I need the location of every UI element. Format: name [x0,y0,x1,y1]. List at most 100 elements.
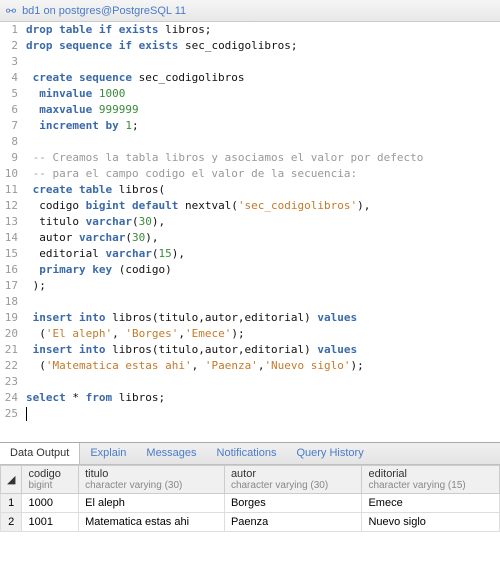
code-content[interactable]: ); [26,278,500,294]
cell[interactable]: 1000 [22,494,79,513]
line-number: 2 [0,38,26,54]
code-content[interactable]: increment by 1; [26,118,500,134]
line-number: 20 [0,326,26,342]
line-number: 5 [0,86,26,102]
tab-explain[interactable]: Explain [80,443,136,464]
code-line[interactable]: 3 [0,54,500,70]
code-content[interactable] [26,406,500,422]
code-content[interactable] [26,374,500,390]
code-line[interactable]: 22 ('Matematica estas ahi', 'Paenza','Nu… [0,358,500,374]
code-line[interactable]: 8 [0,134,500,150]
column-header-codigo[interactable]: codigobigint [22,466,79,494]
code-line[interactable]: 19 insert into libros(titulo,autor,edito… [0,310,500,326]
line-number: 25 [0,406,26,422]
code-content[interactable] [26,54,500,70]
table-row[interactable]: 21001Matematica estas ahiPaenzaNuevo sig… [1,513,500,532]
line-number: 18 [0,294,26,310]
code-content[interactable]: -- Creamos la tabla libros y asociamos e… [26,150,500,166]
cell[interactable]: Paenza [224,513,362,532]
line-number: 21 [0,342,26,358]
title-bar: ⚯ bd1 on postgres@PostgreSQL 11 [0,0,500,22]
line-number: 16 [0,262,26,278]
code-content[interactable]: primary key (codigo) [26,262,500,278]
code-content[interactable]: ('Matematica estas ahi', 'Paenza','Nuevo… [26,358,500,374]
code-content[interactable] [26,294,500,310]
code-content[interactable]: select * from libros; [26,390,500,406]
line-number: 24 [0,390,26,406]
code-line[interactable]: 14 autor varchar(30), [0,230,500,246]
line-number: 4 [0,70,26,86]
line-number: 1 [0,22,26,38]
code-content[interactable]: -- para el campo codigo el valor de la s… [26,166,500,182]
column-header-autor[interactable]: autorcharacter varying (30) [224,466,362,494]
line-number: 10 [0,166,26,182]
code-line[interactable]: 7 increment by 1; [0,118,500,134]
code-line[interactable]: 9 -- Creamos la tabla libros y asociamos… [0,150,500,166]
code-content[interactable]: create table libros( [26,182,500,198]
tab-notifications[interactable]: Notifications [207,443,287,464]
code-line[interactable]: 11 create table libros( [0,182,500,198]
line-number: 23 [0,374,26,390]
code-content[interactable]: ('El aleph', 'Borges','Emece'); [26,326,500,342]
line-number: 13 [0,214,26,230]
line-number: 3 [0,54,26,70]
code-content[interactable]: insert into libros(titulo,autor,editoria… [26,342,500,358]
code-line[interactable]: 18 [0,294,500,310]
tab-messages[interactable]: Messages [136,443,206,464]
grid-corner[interactable]: ◢ [1,466,22,494]
column-header-titulo[interactable]: titulocharacter varying (30) [79,466,225,494]
code-line[interactable]: 25 [0,406,500,422]
row-header[interactable]: 2 [1,513,22,532]
code-content[interactable]: editorial varchar(15), [26,246,500,262]
line-number: 11 [0,182,26,198]
code-content[interactable]: drop table if exists libros; [26,22,500,38]
line-number: 7 [0,118,26,134]
line-number: 22 [0,358,26,374]
code-line[interactable]: 20 ('El aleph', 'Borges','Emece'); [0,326,500,342]
code-line[interactable]: 21 insert into libros(titulo,autor,edito… [0,342,500,358]
cell[interactable]: Emece [362,494,500,513]
cell[interactable]: El aleph [79,494,225,513]
line-number: 14 [0,230,26,246]
tab-query-history[interactable]: Query History [286,443,373,464]
column-header-editorial[interactable]: editorialcharacter varying (15) [362,466,500,494]
cell[interactable]: Matematica estas ahi [79,513,225,532]
code-line[interactable]: 5 minvalue 1000 [0,86,500,102]
line-number: 6 [0,102,26,118]
code-content[interactable] [26,134,500,150]
row-header[interactable]: 1 [1,494,22,513]
code-content[interactable]: titulo varchar(30), [26,214,500,230]
code-line[interactable]: 23 [0,374,500,390]
code-content[interactable]: minvalue 1000 [26,86,500,102]
code-line[interactable]: 4 create sequence sec_codigolibros [0,70,500,86]
cell[interactable]: Nuevo siglo [362,513,500,532]
code-line[interactable]: 12 codigo bigint default nextval('sec_co… [0,198,500,214]
code-line[interactable]: 24select * from libros; [0,390,500,406]
results-tabs: Data OutputExplainMessagesNotificationsQ… [0,443,500,465]
table-row[interactable]: 11000El alephBorgesEmece [1,494,500,513]
tab-data-output[interactable]: Data Output [0,443,80,464]
code-line[interactable]: 2drop sequence if exists sec_codigolibro… [0,38,500,54]
code-content[interactable]: create sequence sec_codigolibros [26,70,500,86]
code-line[interactable]: 15 editorial varchar(15), [0,246,500,262]
line-number: 12 [0,198,26,214]
title-text: bd1 on postgres@PostgreSQL 11 [22,5,186,17]
code-line[interactable]: 6 maxvalue 999999 [0,102,500,118]
code-line[interactable]: 16 primary key (codigo) [0,262,500,278]
code-content[interactable]: drop sequence if exists sec_codigolibros… [26,38,500,54]
code-content[interactable]: insert into libros(titulo,autor,editoria… [26,310,500,326]
line-number: 19 [0,310,26,326]
code-content[interactable]: maxvalue 999999 [26,102,500,118]
cell[interactable]: Borges [224,494,362,513]
cell[interactable]: 1001 [22,513,79,532]
line-number: 15 [0,246,26,262]
code-content[interactable]: autor varchar(30), [26,230,500,246]
results-panel: Data OutputExplainMessagesNotificationsQ… [0,442,500,532]
line-number: 8 [0,134,26,150]
code-line[interactable]: 10 -- para el campo codigo el valor de l… [0,166,500,182]
code-line[interactable]: 17 ); [0,278,500,294]
code-content[interactable]: codigo bigint default nextval('sec_codig… [26,198,500,214]
code-line[interactable]: 1drop table if exists libros; [0,22,500,38]
sql-editor[interactable]: 1drop table if exists libros;2drop seque… [0,22,500,442]
code-line[interactable]: 13 titulo varchar(30), [0,214,500,230]
